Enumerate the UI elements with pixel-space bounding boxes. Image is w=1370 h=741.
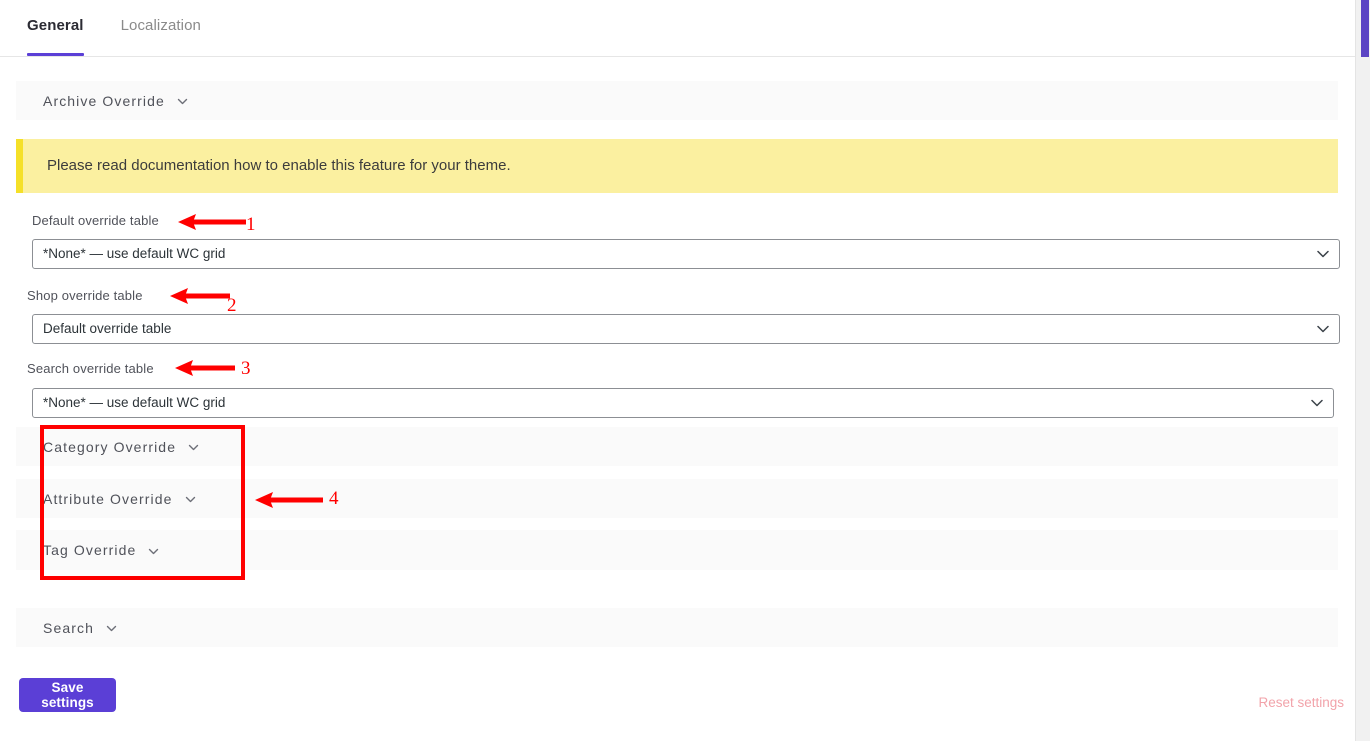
accordion-category-override-label: Category Override <box>43 438 177 455</box>
chevron-down-icon <box>188 442 199 453</box>
chevron-down-icon <box>177 96 188 107</box>
documentation-notice: Please read documentation how to enable … <box>16 139 1338 193</box>
label-default-override-table: Default override table <box>32 213 159 228</box>
tab-bar: General Localization <box>0 0 1356 57</box>
tab-general-label: General <box>27 17 84 34</box>
chevron-down-icon <box>185 494 196 505</box>
accordion-category-override[interactable]: Category Override <box>16 427 1338 466</box>
accordion-attribute-override-label: Attribute Override <box>43 490 173 507</box>
accordion-search[interactable]: Search <box>16 608 1338 647</box>
save-settings-button[interactable]: Save settings <box>19 678 116 712</box>
accordion-archive-override[interactable]: Archive Override <box>16 81 1338 120</box>
accordion-attribute-override[interactable]: Attribute Override <box>16 479 1338 518</box>
select-shop-override-table[interactable]: Default override table *None* — use defa… <box>32 314 1340 344</box>
chevron-down-icon <box>106 623 117 634</box>
select-search-override-table[interactable]: *None* — use default WC grid Default ove… <box>32 388 1334 418</box>
settings-page: General Localization Archive Override Pl… <box>0 0 1370 741</box>
tab-localization[interactable]: Localization <box>121 16 201 56</box>
select-wrap-search-override-table: *None* — use default WC grid Default ove… <box>32 388 1334 418</box>
label-shop-override-table: Shop override table <box>27 288 143 303</box>
tab-list: General Localization <box>0 0 201 57</box>
accordion-tag-override[interactable]: Tag Override <box>16 530 1338 570</box>
label-search-override-table: Search override table <box>27 361 154 376</box>
accordion-tag-override-label: Tag Override <box>43 542 137 558</box>
notice-text: Please read documentation how to enable … <box>47 157 511 174</box>
tab-general[interactable]: General <box>27 16 84 56</box>
chevron-down-icon <box>148 546 159 557</box>
accordion-search-label: Search <box>43 619 94 636</box>
select-wrap-shop-override-table: Default override table *None* — use defa… <box>32 314 1340 344</box>
select-wrap-default-override-table: *None* — use default WC grid Default ove… <box>32 239 1340 269</box>
accordion-archive-override-label: Archive Override <box>43 92 165 109</box>
reset-settings-link[interactable]: Reset settings <box>1258 695 1344 710</box>
select-default-override-table[interactable]: *None* — use default WC grid Default ove… <box>32 239 1340 269</box>
tab-localization-label: Localization <box>120 17 201 34</box>
page-scrollbar-thumb[interactable] <box>1361 0 1369 57</box>
page-scrollbar[interactable] <box>1355 0 1370 741</box>
settings-content: Archive Override Please read documentati… <box>0 57 1356 741</box>
